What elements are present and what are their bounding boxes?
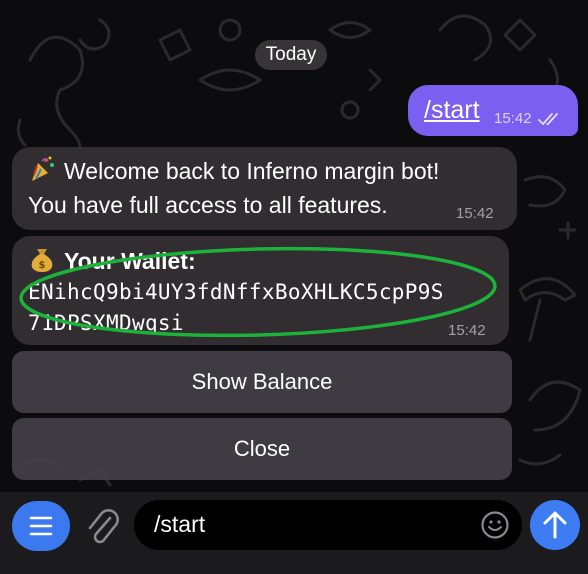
incoming-message-welcome[interactable]: Welcome back to Inferno margin bot! You … [12,147,517,230]
composer-bar: /start [0,492,588,574]
welcome-time: 15:42 [456,205,494,222]
menu-icon [29,516,53,536]
outgoing-message-time: 15:42 [494,110,532,127]
svg-text:$: $ [39,260,46,271]
send-button[interactable] [530,500,580,550]
message-input-text: /start [154,511,206,537]
paperclip-icon[interactable] [84,504,120,548]
wallet-time: 15:42 [448,322,486,339]
party-popper-icon [32,156,54,181]
arrow-up-icon [543,511,567,539]
bot-menu-button[interactable] [12,501,70,551]
welcome-line-1: Welcome back to Inferno margin bot! [28,155,439,185]
wallet-address-line-1[interactable]: ENihcQ9bi4UY3fdNffxBoXHLKC5cpP9S [28,280,444,304]
outgoing-message-text[interactable]: /start [424,96,480,125]
welcome-line-2: You have full access to all features. [28,192,388,218]
money-bag-icon: $ [31,249,53,272]
message-input[interactable]: /start [134,500,522,550]
wallet-title: $ Your Wallet: [28,245,196,275]
show-balance-button[interactable]: Show Balance [12,351,512,413]
welcome-line-1-text: Welcome back to Inferno margin bot! [64,158,440,184]
double-check-icon [538,113,558,125]
wallet-title-text: Your Wallet: [64,248,196,274]
wallet-address-line-2[interactable]: 71DPSXMDwqsi [28,311,184,335]
incoming-message-wallet[interactable]: $ Your Wallet: ENihcQ9bi4UY3fdNffxBoXHLK… [12,236,509,345]
emoji-icon[interactable] [480,510,510,540]
date-separator: Today [255,40,327,70]
outgoing-message[interactable]: /start 15:42 [408,85,578,136]
close-button[interactable]: Close [12,418,512,480]
